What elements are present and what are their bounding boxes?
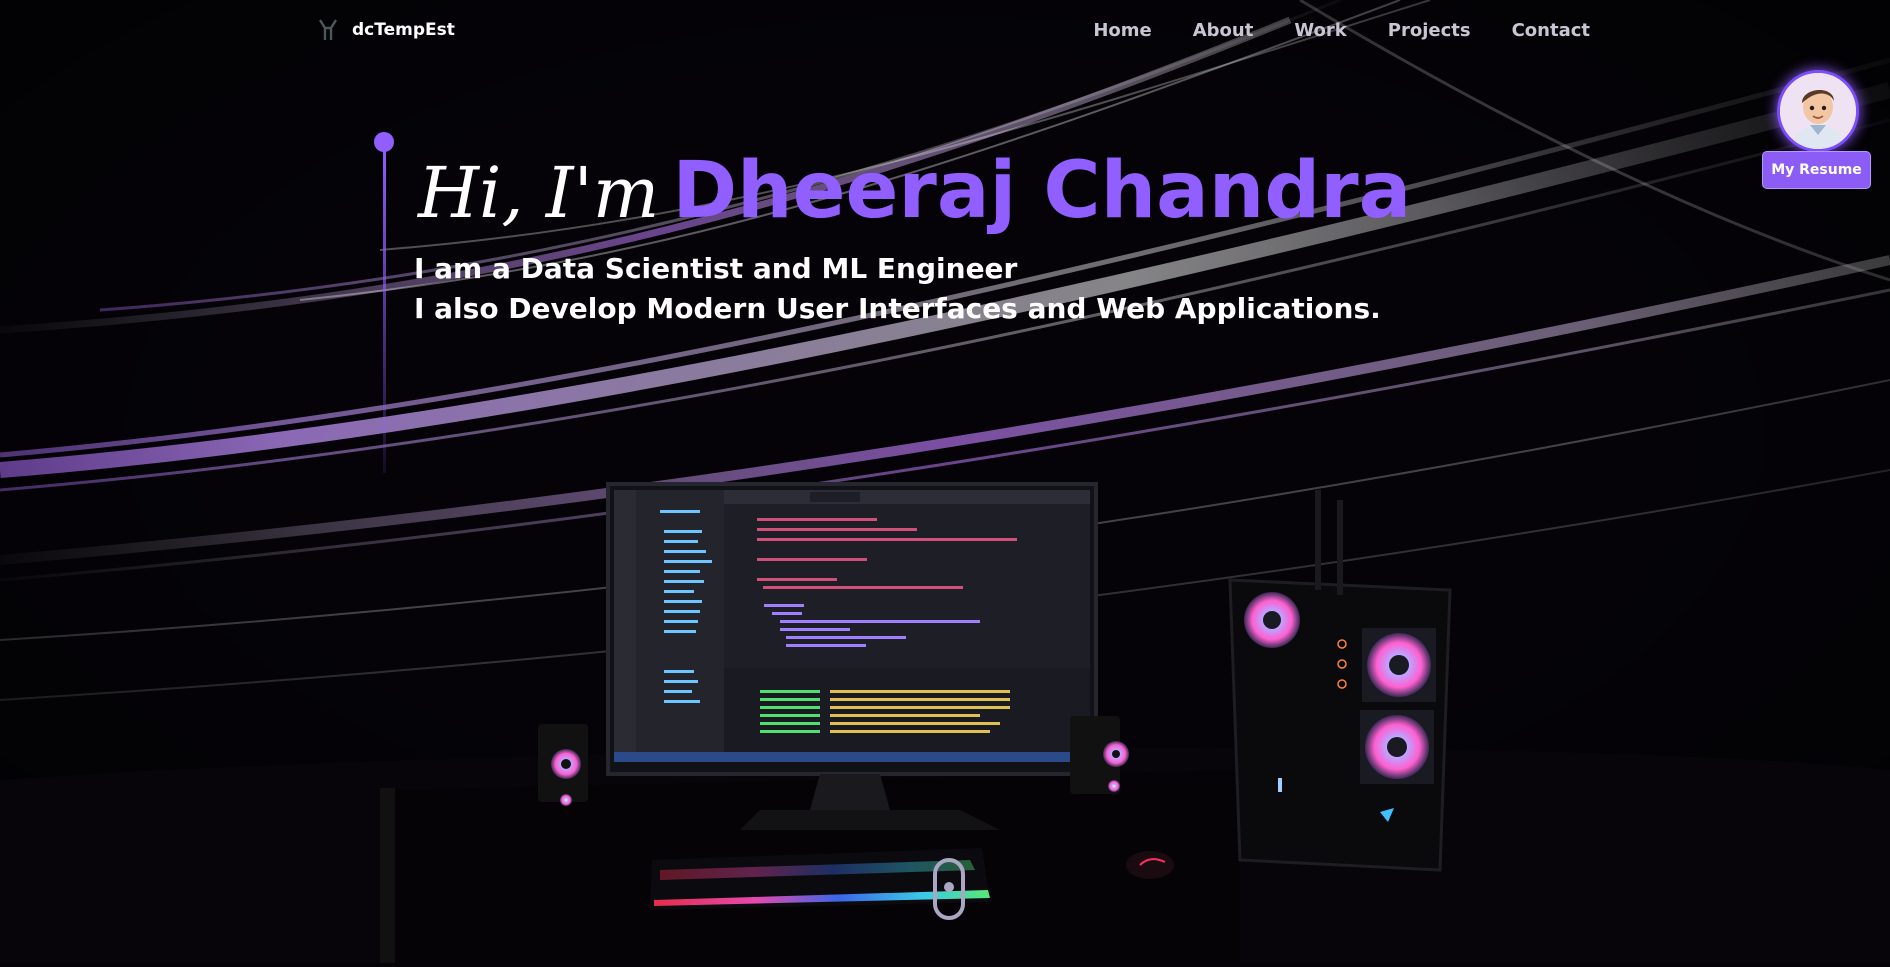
nav-links: Home About Work Projects Contact: [1093, 20, 1590, 41]
brand-name: dcTempEst: [352, 20, 455, 40]
nav-projects[interactable]: Projects: [1388, 20, 1471, 41]
nav-about[interactable]: About: [1193, 20, 1254, 41]
navbar: dcTempEst Home About Work Projects Conta…: [0, 0, 1890, 64]
hero-name: Dheeraj Chandra: [672, 146, 1412, 236]
nav-home[interactable]: Home: [1093, 20, 1151, 41]
scroll-dot: [944, 882, 954, 892]
hero-timeline-line: [383, 150, 386, 473]
avatar[interactable]: [1777, 70, 1859, 152]
avatar-icon: [1780, 73, 1856, 149]
nav-contact[interactable]: Contact: [1512, 20, 1590, 41]
hero-timeline-dot: [374, 132, 394, 152]
brand-logo[interactable]: dcTempEst: [318, 18, 455, 42]
hero-greeting: Hi, I'm: [418, 152, 660, 234]
hero-subtitle-1: I am a Data Scientist and ML Engineer: [414, 252, 1018, 285]
logo-mark-icon: [318, 19, 338, 40]
resume-button[interactable]: My Resume: [1762, 151, 1871, 189]
hero-heading: Hi, I'm Dheeraj Chandra: [418, 146, 1411, 236]
scroll-down-indicator[interactable]: [933, 858, 965, 920]
nav-work[interactable]: Work: [1294, 20, 1346, 41]
hero-subtitle-2: I also Develop Modern User Interfaces an…: [414, 292, 1381, 325]
